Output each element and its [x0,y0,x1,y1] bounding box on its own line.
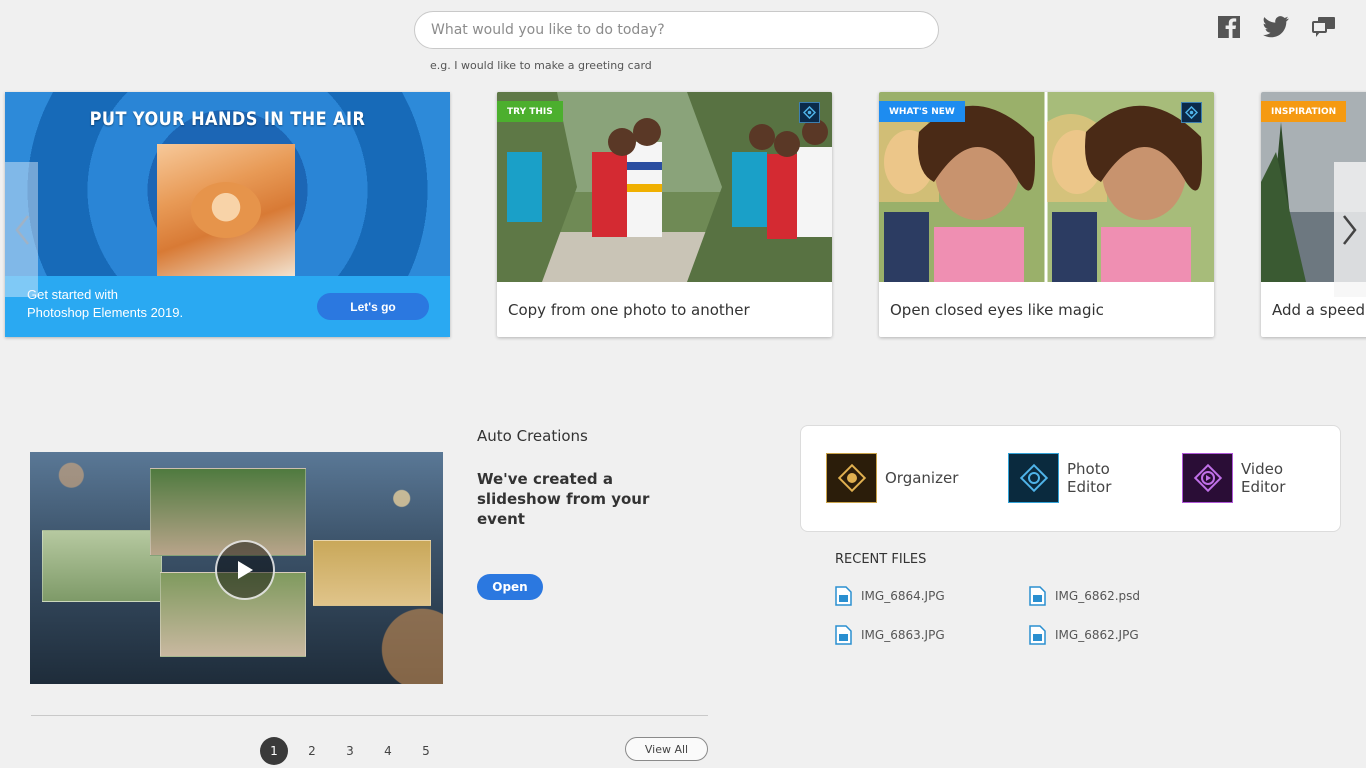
slideshow-photo [42,530,162,602]
card-open-eyes[interactable]: WHAT'S NEW Open closed eyes like magic [879,92,1214,337]
page-3-button[interactable]: 3 [336,737,364,765]
hero-band-text: Get started with Photoshop Elements 2019… [27,286,183,322]
photo-editor-label: Photo Editor [1067,460,1111,496]
carousel-next-button[interactable] [1334,162,1366,297]
hero-band-line2: Photoshop Elements 2019. [27,305,184,320]
image-file-icon [1029,625,1046,645]
video-editor-app-button[interactable]: Video Editor [1182,453,1285,503]
slideshow-photo [150,468,306,556]
hero-cat-photo [157,144,295,276]
hero-band: Get started with Photoshop Elements 2019… [5,276,450,337]
recent-file-name: IMG_6862.JPG [1055,628,1139,642]
cat-face [191,182,261,238]
hero-band-line1: Get started with [27,287,119,302]
play-icon [238,561,253,579]
chevron-right-icon [1343,214,1357,245]
video-editor-icon [1182,453,1233,503]
card-tag-whats-new: WHAT'S NEW [879,101,965,122]
organizer-label: Organizer [885,469,959,487]
video-editor-label-line2: Editor [1241,478,1286,496]
auto-creations-description: We've created a slideshow from your even… [477,470,650,528]
photo-editor-badge-icon [799,102,820,123]
view-all-button[interactable]: View All [625,737,708,761]
organizer-icon [826,453,877,503]
photo-editor-label-line1: Photo [1067,460,1110,478]
organizer-app-button[interactable]: Organizer [826,453,958,503]
recent-file-item[interactable]: IMG_6862.psd [1029,586,1140,606]
card-caption: Copy from one photo to another [508,301,750,319]
apps-panel: Organizer Photo Editor Video Editor [800,425,1341,532]
slideshow-photo [313,540,431,606]
feedback-icon[interactable] [1311,14,1337,40]
facebook-icon[interactable] [1216,14,1242,40]
lets-go-button[interactable]: Let's go [317,293,429,320]
page-1-button[interactable]: 1 [260,737,288,765]
recent-file-name: IMG_6863.JPG [861,628,945,642]
card-tag-inspiration: INSPIRATION [1261,101,1347,122]
image-file-icon [1029,586,1046,606]
card-tag-try-this: TRY THIS [497,101,563,122]
image-file-icon [835,586,852,606]
card-caption: Open closed eyes like magic [890,301,1104,319]
card-caption: Add a speed [1272,301,1366,319]
open-button[interactable]: Open [477,574,543,600]
image-file-icon [835,625,852,645]
search-input[interactable] [414,11,939,49]
page-4-button[interactable]: 4 [374,737,402,765]
hero-banner[interactable]: PUT YOUR HANDS IN THE AIR Get started wi… [5,92,450,337]
divider [31,715,708,716]
card-copy-photo[interactable]: TRY THIS Copy from one photo to another [497,92,832,337]
recent-file-item[interactable]: IMG_6864.JPG [835,586,945,606]
photo-editor-label-line2: Editor [1067,478,1112,496]
video-editor-label: Video Editor [1241,460,1285,496]
search-hint: e.g. I would like to make a greeting car… [430,59,652,72]
hero-title: PUT YOUR HANDS IN THE AIR [89,108,366,130]
recent-file-name: IMG_6864.JPG [861,589,945,603]
photo-editor-badge-icon [1181,102,1202,123]
recent-file-item[interactable]: IMG_6862.JPG [1029,625,1139,645]
photo-editor-app-button[interactable]: Photo Editor [1008,453,1111,503]
recent-file-item[interactable]: IMG_6863.JPG [835,625,945,645]
play-button[interactable] [215,540,275,600]
twitter-icon[interactable] [1263,14,1289,40]
auto-creation-slideshow-preview[interactable] [30,452,443,684]
chevron-left-icon [14,214,29,245]
recent-files-title: RECENT FILES [835,552,927,567]
search-area: e.g. I would like to make a greeting car… [414,11,939,72]
auto-creations-title: Auto Creations [477,427,588,445]
photo-editor-icon [1008,453,1059,503]
carousel-prev-button[interactable] [5,162,38,297]
recent-file-name: IMG_6862.psd [1055,589,1141,603]
page-5-button[interactable]: 5 [412,737,440,765]
page-2-button[interactable]: 2 [298,737,326,765]
video-editor-label-line1: Video [1241,460,1284,478]
